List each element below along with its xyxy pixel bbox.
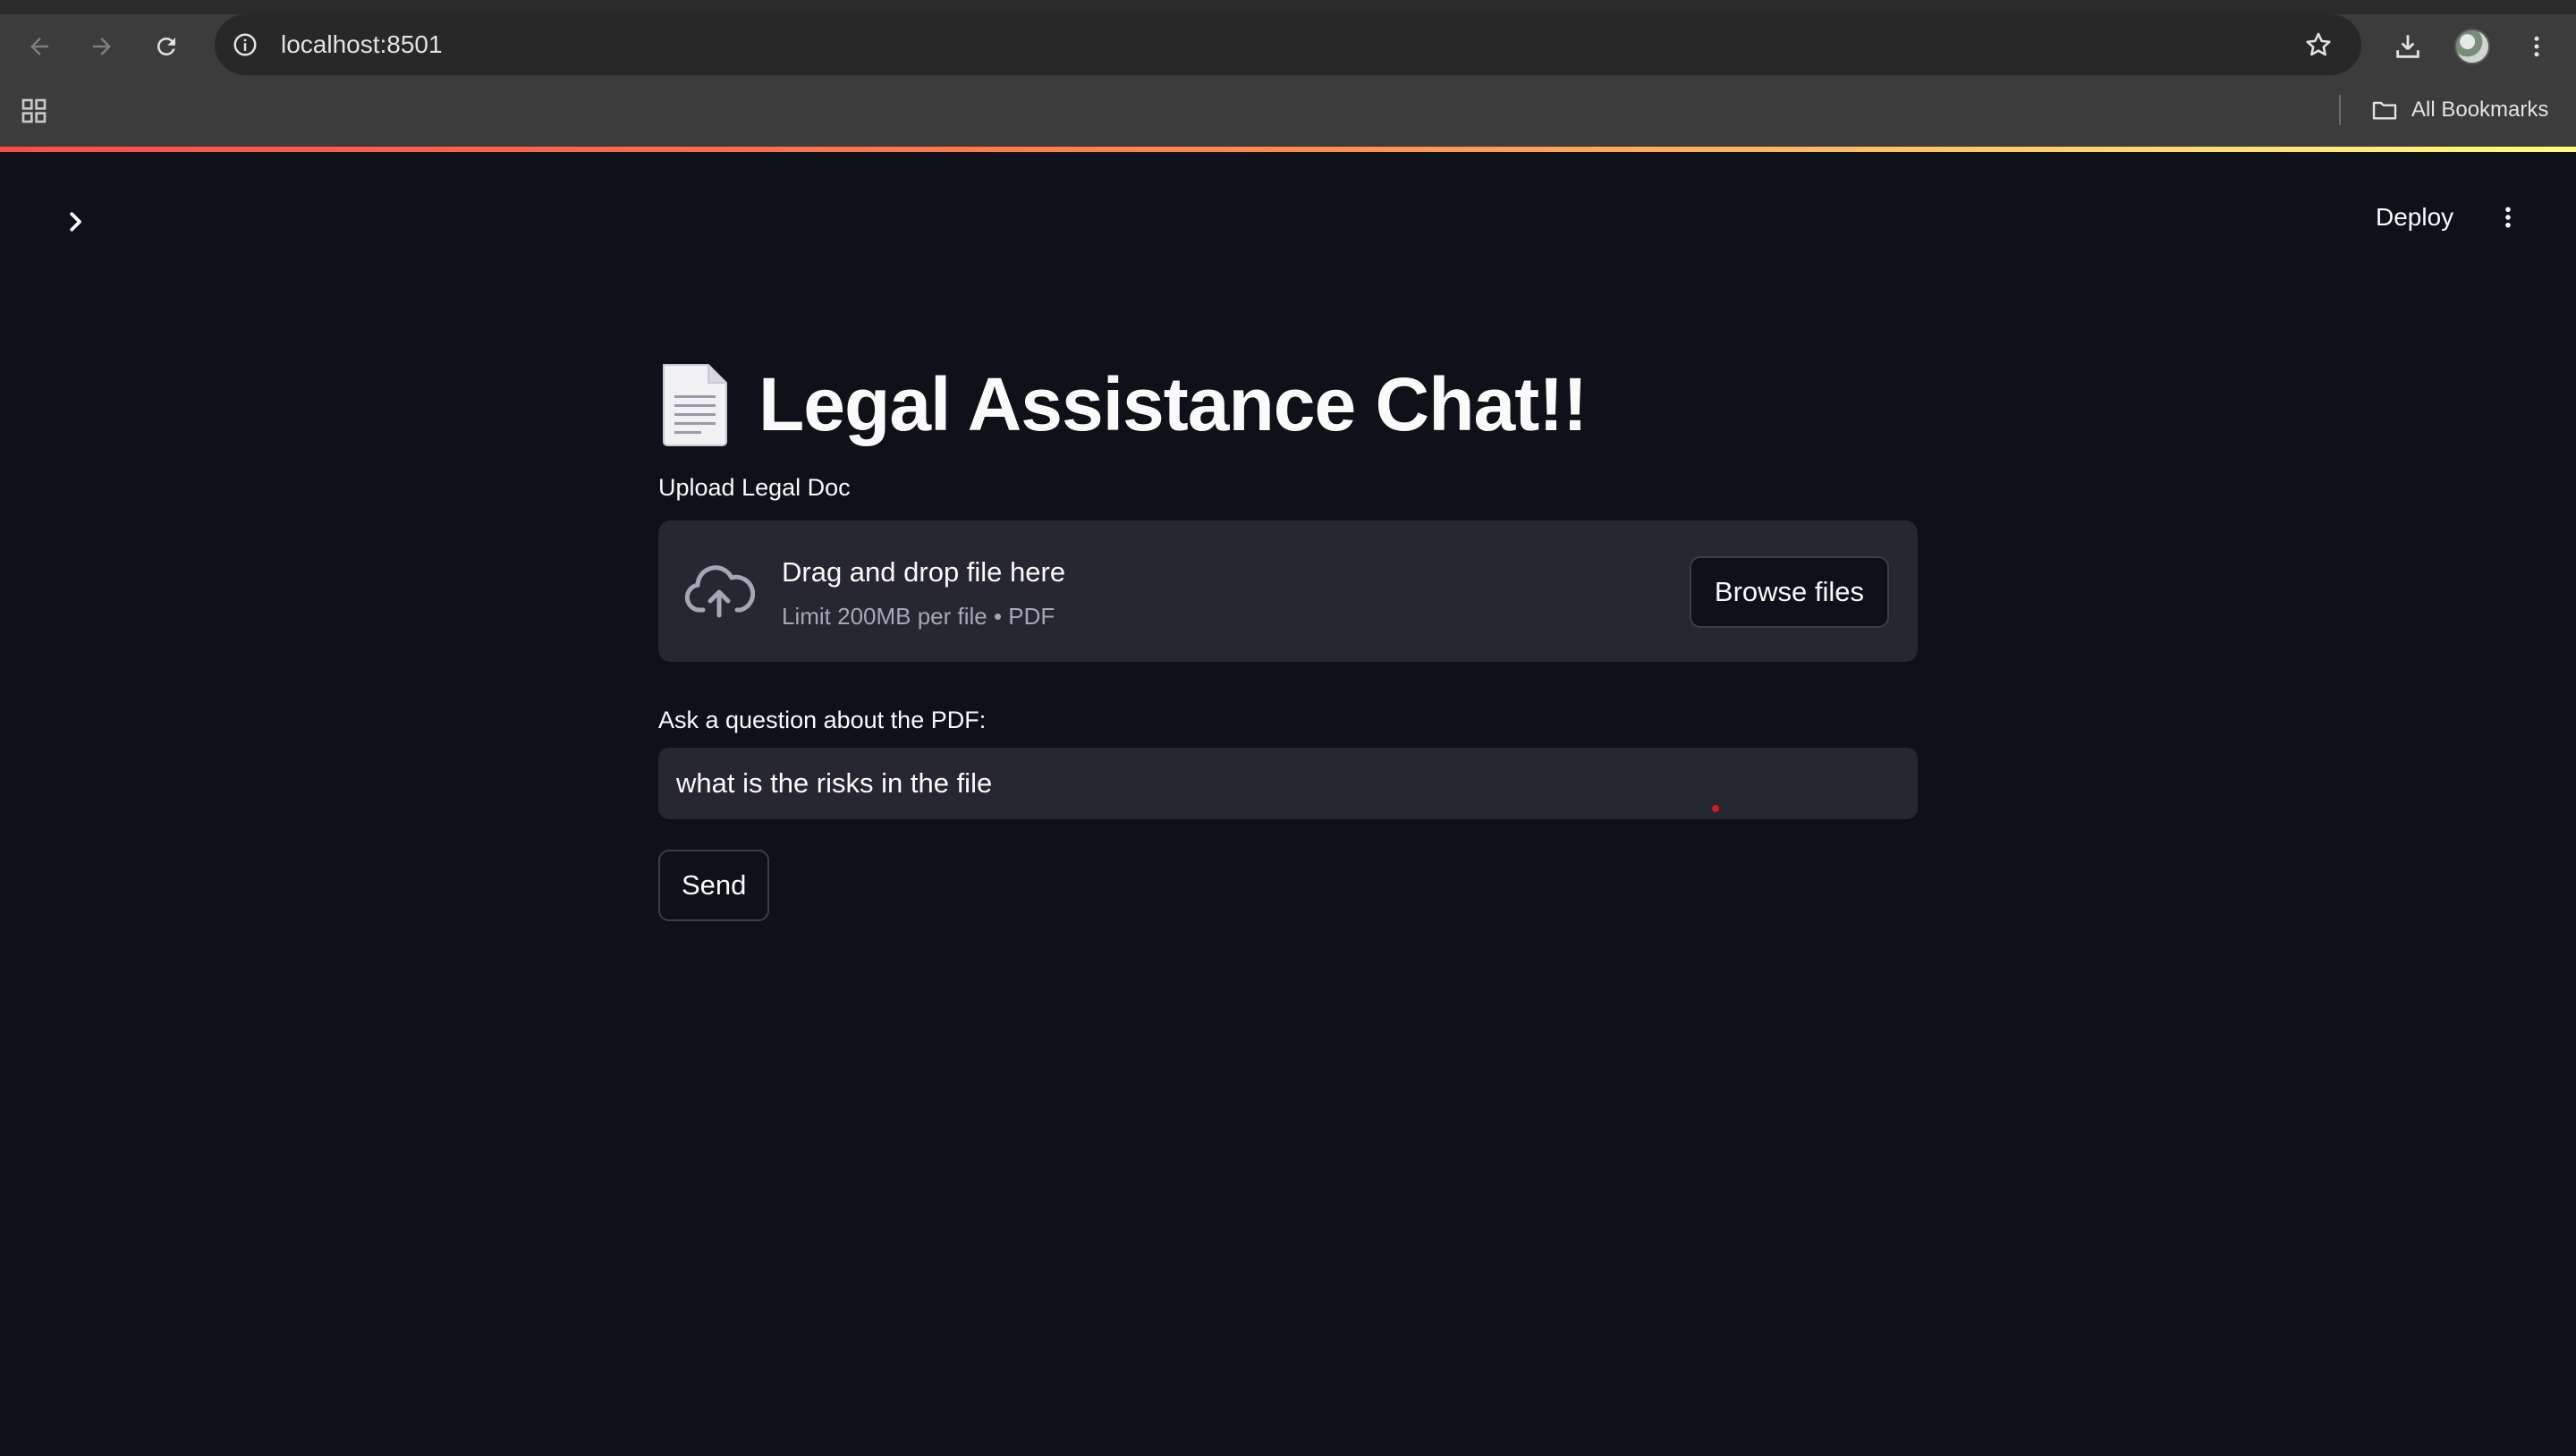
expand-sidebar-button[interactable] <box>55 202 95 241</box>
question-input[interactable] <box>658 748 1918 819</box>
page-title: Legal Assistance Chat!! <box>758 361 1588 446</box>
address-bar[interactable]: localhost:8501 <box>215 14 2361 75</box>
main-menu-button[interactable] <box>2490 195 2526 240</box>
file-dropzone[interactable]: Drag and drop file here Limit 200MB per … <box>658 521 1918 662</box>
site-info-icon <box>233 33 257 56</box>
profile-avatar <box>2454 29 2490 64</box>
tab-strip <box>0 0 2576 14</box>
mouse-cursor-indicator <box>1712 805 1719 812</box>
browse-files-button[interactable]: Browse files <box>1689 556 1889 628</box>
question-label: Ask a question about the PDF: <box>658 707 987 733</box>
streamlit-app: Deploy Legal Assistance Chat!! Upload Le… <box>0 152 2576 1456</box>
site-info-button[interactable] <box>229 29 261 61</box>
bookmarks-bar: All Bookmarks <box>0 82 2576 138</box>
star-icon <box>2306 32 2331 56</box>
upload-label: Upload Legal Doc <box>658 474 851 501</box>
back-icon <box>30 38 48 55</box>
apps-grid-icon[interactable] <box>20 97 48 125</box>
kebab-menu-icon <box>2505 207 2511 228</box>
bookmark-star-button[interactable] <box>2301 27 2336 63</box>
send-button[interactable]: Send <box>658 850 770 921</box>
profile-button[interactable] <box>2453 27 2492 66</box>
browser-toolbar: localhost:8501 <box>0 14 2576 75</box>
chevron-right-icon <box>70 212 81 232</box>
dropzone-instructions: Drag and drop file here <box>782 556 1066 588</box>
all-bookmarks-button[interactable]: All Bookmarks <box>2370 82 2548 138</box>
reload-button[interactable] <box>147 27 186 66</box>
forward-icon <box>93 38 111 55</box>
all-bookmarks-label: All Bookmarks <box>2411 97 2549 122</box>
download-icon <box>2396 35 2419 58</box>
kebab-menu-icon <box>2534 36 2539 57</box>
deploy-button[interactable]: Deploy <box>2361 195 2468 240</box>
cloud-upload-icon <box>684 565 755 618</box>
page-facing-up-icon <box>663 364 727 446</box>
browser-menu-button[interactable] <box>2517 27 2556 66</box>
folder-icon <box>2372 101 2397 120</box>
browser-chrome: localhost:8501 All Bookmarks <box>0 0 2576 148</box>
dropzone-limit-text: Limit 200MB per file • PDF <box>782 603 1055 630</box>
bookmarks-divider <box>2339 95 2341 125</box>
url-text[interactable]: localhost:8501 <box>281 14 443 75</box>
forward-button[interactable] <box>82 27 122 66</box>
downloads-button[interactable] <box>2388 27 2428 66</box>
back-button[interactable] <box>20 27 59 66</box>
reload-icon <box>157 37 175 55</box>
title-row: Legal Assistance Chat!! <box>658 349 1588 460</box>
